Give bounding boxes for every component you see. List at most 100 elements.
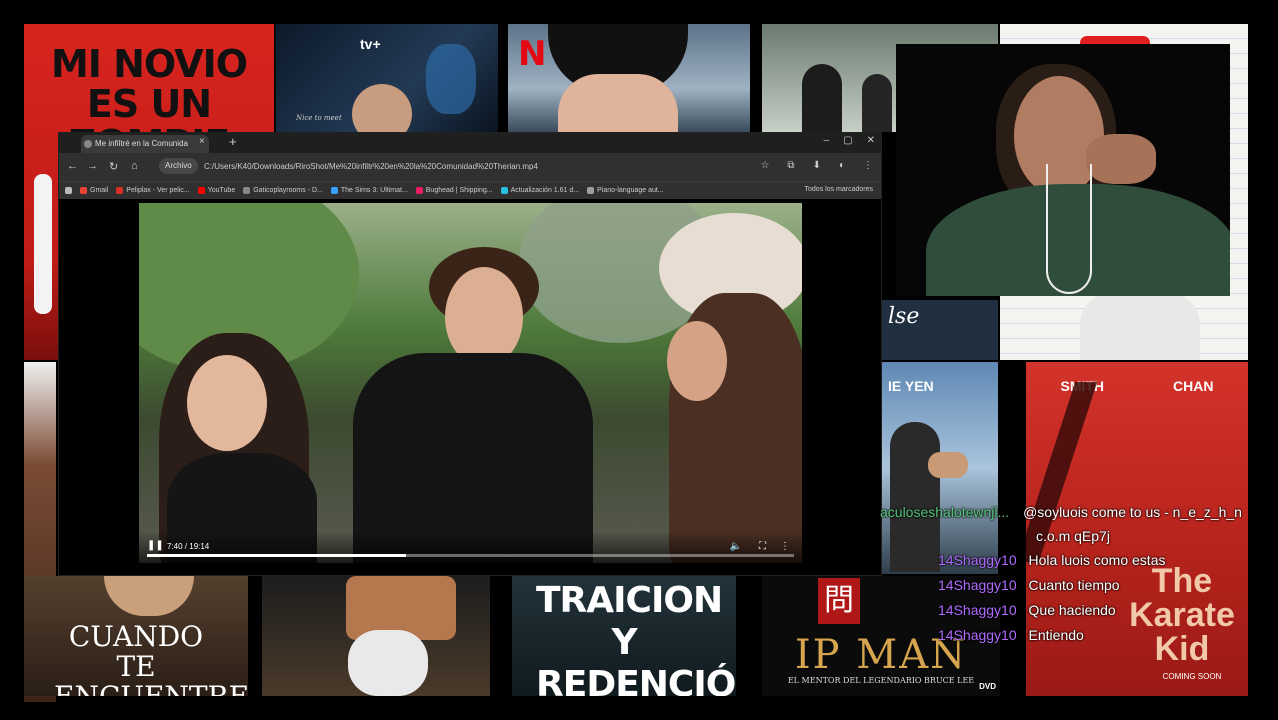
chat-text: Entiendo [1028, 627, 1084, 643]
maximize-icon[interactable]: ▢ [843, 135, 852, 146]
chat-message: 14Shaggy10 Entiendo [938, 627, 1084, 643]
chat-username: 14Shaggy10 [938, 627, 1017, 643]
reload-icon[interactable]: ↻ [109, 160, 118, 173]
person-left-face [187, 355, 267, 451]
glove [348, 630, 428, 696]
home-icon[interactable]: ⌂ [131, 160, 138, 172]
minimize-icon[interactable]: – [824, 135, 830, 146]
stream-canvas: MI NOVIO ES UN ZOMBIE tv+ Nice to meet N… [0, 0, 1278, 720]
poster-cuando: CUANDO TE ENCUENTRE [24, 576, 248, 696]
chat-username: 14Shaggy10 [938, 552, 1017, 568]
ipman-seal: 問 [818, 578, 860, 624]
bookmark-apps-icon[interactable] [65, 187, 72, 194]
menu-icon[interactable]: ⋮ [863, 160, 873, 171]
close-window-icon[interactable]: ✕ [867, 135, 875, 146]
pause-icon[interactable]: ❚❚ [147, 540, 164, 551]
chat-message: aculoseshalotewnjl... @soyluois come to … [880, 504, 1242, 520]
chat-username: 14Shaggy10 [938, 602, 1017, 618]
chat-overlay: aculoseshalotewnjl... @soyluois come to … [880, 504, 1278, 654]
tab-video[interactable]: Me infiltré en la Comunida [81, 135, 209, 153]
poster-netflix: N [508, 24, 750, 132]
bookmark-favicon-icon [330, 187, 338, 194]
webcam-overlay [896, 44, 1230, 296]
bookmark-item[interactable]: Bughead | Shipping... [415, 187, 493, 194]
seek-bar[interactable] [147, 554, 794, 557]
chat-message: 14Shaggy10 Hola luois como estas [938, 552, 1165, 568]
poster-karate-coming: COMING SOON [1162, 672, 1222, 681]
browser-window: Me infiltré en la Comunida × + – ▢ ✕ ← →… [58, 132, 882, 576]
bookmark-favicon-icon [80, 187, 87, 194]
bookmark-item[interactable]: Gmail [80, 187, 108, 194]
downloads-icon[interactable]: ⬇ [813, 160, 821, 171]
bookmark-favicon-icon [116, 187, 124, 194]
poster-boxing [262, 576, 490, 696]
fullscreen-icon[interactable]: ⛶ [759, 541, 766, 552]
poster-ipman-subtitle: EL MENTOR DEL LEGENDARIO BRUCE LEE [787, 676, 975, 685]
person-center-face [445, 267, 523, 367]
earphones-cable [1046, 164, 1092, 294]
chat-text: Cuanto tiempo [1028, 577, 1120, 593]
tab-title: Me infiltré en la Comunida [95, 139, 188, 148]
figure [802, 64, 842, 132]
poster-cuando-title: CUANDO TE ENCUENTRE [54, 620, 248, 697]
chat-text: Hola luois como estas [1028, 552, 1166, 568]
zombie-figure [34, 174, 52, 314]
face [104, 576, 194, 616]
extensions-icon[interactable]: ⧉ [787, 160, 794, 171]
url-field[interactable]: C:/Users/K40/Downloads/RiroShot/Me%20inf… [204, 158, 769, 175]
person-right-face [667, 321, 727, 401]
profile-icon[interactable]: ◐ [839, 160, 845, 171]
bookmark-favicon-icon [197, 187, 205, 194]
figure [1080, 294, 1200, 360]
chat-text: Que haciendo [1028, 602, 1116, 618]
figure [862, 74, 892, 132]
bookmark-item[interactable]: Gaticoplayrooms - D... [243, 187, 323, 194]
poster-donnie-name: IE YEN [888, 378, 934, 394]
new-tab-button[interactable]: + [229, 134, 237, 149]
origin-chip[interactable]: Archivo [159, 158, 198, 174]
volume-icon[interactable]: 🔈 [730, 541, 742, 552]
poster-appletv: tv+ Nice to meet [276, 24, 498, 132]
tab-close-icon[interactable]: × [199, 136, 205, 147]
tab-bar: Me infiltré en la Comunida × + – ▢ ✕ [59, 133, 881, 153]
bookmark-item[interactable]: Peliplax - Ver pelic... [116, 187, 190, 194]
chat-message: c.o.m qEp7j [1036, 528, 1110, 544]
bookmark-item[interactable]: YouTube [197, 187, 235, 194]
bookmark-item[interactable]: Actualización 1.61 d... [500, 187, 579, 194]
seek-progress [147, 554, 406, 557]
tab-favicon-icon [84, 140, 92, 148]
video-controls: ❚❚ 7:40 / 19:14 🔈 ⛶ ⋮ [139, 531, 802, 563]
flower-art [426, 44, 476, 114]
chat-text: @soyluois come to us - n_e_z_h_n [1023, 504, 1242, 520]
chat-username: 14Shaggy10 [938, 577, 1017, 593]
netflix-logo: N [518, 34, 547, 74]
chat-username: aculoseshalotewnjl... [880, 504, 1010, 520]
poster-traicion: TRAICION Y REDENCIÓN [512, 576, 736, 696]
chat-text: c.o.m qEp7j [1036, 528, 1110, 544]
chat-message: 14Shaggy10 Cuanto tiempo [938, 577, 1120, 593]
window-controls: – ▢ ✕ [824, 135, 875, 146]
face [352, 84, 412, 132]
bookmarks-bar: Gmail Peliplax - Ver pelic... YouTube Ga… [59, 181, 881, 199]
bookmark-favicon-icon [500, 187, 508, 194]
bookmark-item[interactable]: The Sims 3: Ultimat... [330, 187, 408, 194]
video-time: 7:40 / 19:14 [167, 542, 210, 551]
dvd-logo: DVD [979, 682, 996, 691]
all-bookmarks[interactable]: Todos los marcadores [800, 186, 873, 193]
appletv-tagline: Nice to meet [296, 114, 342, 122]
fragment-text: lse [888, 304, 920, 329]
video-player[interactable]: ❚❚ 7:40 / 19:14 🔈 ⛶ ⋮ [139, 203, 802, 563]
bookmark-favicon-icon [415, 187, 423, 194]
fist [928, 452, 968, 478]
bookmark-favicon-icon [587, 187, 595, 194]
bookmark-item[interactable]: Piano-language aut... [587, 187, 664, 194]
toolbar-actions: ☆ ⧉ ⬇ ◐ ⋮ [760, 160, 873, 171]
appletv-logo: tv+ [360, 36, 381, 52]
poster-traicion-title: TRAICION Y REDENCIÓN [536, 580, 736, 696]
poster-fragment: lse [882, 300, 998, 360]
face [558, 74, 678, 132]
more-options-icon[interactable]: ⋮ [780, 541, 790, 552]
back-icon[interactable]: ← [67, 160, 78, 172]
forward-icon[interactable]: → [87, 160, 98, 172]
bookmark-star-icon[interactable]: ☆ [760, 160, 769, 171]
